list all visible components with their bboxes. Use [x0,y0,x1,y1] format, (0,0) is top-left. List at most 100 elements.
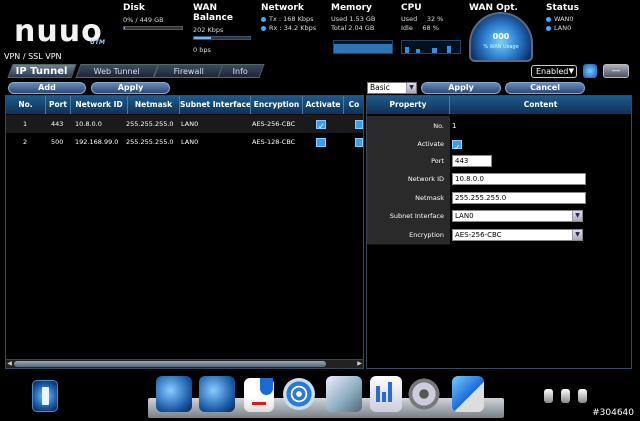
property-label: Subnet Interface [367,206,450,226]
cell-activate [316,133,326,151]
property-value-no: 1 [452,122,457,130]
network-id-input[interactable]: 10.8.0.0 [452,173,586,185]
tab-ip-tunnel[interactable]: IP Tunnel [7,64,77,78]
table-row[interactable]: 2 500 192.168.99.0 255.255.255.0 LAN0 AE… [6,133,363,151]
scrollbar-thumb[interactable] [14,361,326,367]
report-chart-icon[interactable] [370,376,402,412]
status-item-lan0: LAN0 [554,24,572,32]
activate-checkbox[interactable] [452,138,462,158]
exit-icon[interactable] [32,380,58,412]
col-subnet-interface[interactable]: Subnet Interface [180,96,251,114]
enable-select[interactable]: Enabled ▼ [531,65,577,78]
memory-total-label: Total [331,24,347,32]
network-tools-icon[interactable] [326,376,362,412]
network-tx-label: Tx : [269,15,282,23]
property-header: Property Content [367,96,631,114]
port-input[interactable]: 443 [452,155,492,167]
shield-icon[interactable] [244,378,274,412]
property-row-network-id: Network ID 10.8.0.0 [367,169,631,189]
tab-firewall[interactable]: Firewall [153,64,225,78]
cpu-idle-label: Idle [401,24,413,32]
memory-title: Memory [331,3,372,13]
apply-button-right[interactable]: Apply [421,82,501,94]
property-column-header: Property [367,96,450,114]
co-checkbox[interactable] [355,137,363,147]
table-row[interactable]: 1 443 10.8.0.0 255.255.255.0 LAN0 AES-25… [6,115,363,133]
horizontal-scrollbar[interactable]: ◀ ▶ [6,359,363,368]
cell-port: 500 [51,138,64,146]
property-panel: Property Content No. 1 Activate Port 443… [366,95,632,369]
col-no[interactable]: No. [6,96,46,114]
encryption-value: AES-256-CBC [455,231,502,239]
wifi-icon[interactable] [283,378,315,410]
subnet-interface-select[interactable]: LAN0 ▼ [452,210,583,222]
cpu-status: CPU Used 32 % Idle 68 % [401,3,463,33]
dock-status-icons [544,389,595,405]
netmask-input[interactable]: 255.255.255.0 [452,192,586,204]
add-button[interactable]: Add [8,82,86,94]
wan-opt-dial: 000 % WAN Usage [469,12,533,62]
top-status-bar: nuuo UTM Disk 0% / 449 GB WAN Balance 20… [0,0,640,62]
wan0-status-icon [546,16,551,22]
network-status: Network Tx : 168 Kbps Rx : 34.2 Kbps [261,3,329,33]
scroll-left-icon[interactable]: ◀ [6,360,13,368]
cpu-title: CPU [401,3,422,13]
minimize-icon[interactable]: — [603,64,629,78]
disk-usage: 0% / 449 GB [123,16,164,24]
cell-subnet-interface: LAN0 [181,138,199,146]
property-row-no: No. 1 [367,116,631,136]
chevron-down-icon: ▼ [568,67,574,75]
cell-encryption: AES-256-CBC [252,120,296,128]
tx-dot-icon [261,16,266,22]
gears-icon[interactable] [406,376,442,412]
power-icon[interactable] [578,389,587,403]
wan-balance-top: 202 Kbps [193,26,224,34]
tab-info[interactable]: Info [217,64,265,78]
lock-icon[interactable] [544,389,553,403]
property-label: Encryption [367,225,450,245]
cancel-button[interactable]: Cancel [505,82,585,94]
activate-checkbox[interactable] [316,118,326,133]
memory-status: Memory Used 1.53 GB Total 2.04 GB [331,3,396,33]
apply-button-left[interactable]: Apply [91,82,170,94]
property-row-encryption: Encryption AES-256-CBC ▼ [367,225,631,245]
rx-dot-icon [261,25,266,31]
network-title: Network [261,3,304,13]
cell-no: 1 [23,120,28,128]
cell-co [355,133,363,151]
refresh-icon[interactable] [583,64,597,78]
network-tx-value: 168 Kbps [283,15,314,23]
breadcrumb: VPN / SSL VPN [4,52,62,61]
property-label: No. [367,116,450,136]
wan-opt-dial-value: 000 [492,32,510,41]
scroll-right-icon[interactable]: ▶ [356,360,363,368]
wan-opt-dial-sub: % WAN Usage [483,44,519,50]
tab-firewall-label: Firewall [173,67,204,76]
cell-netmask: 255.255.255.0 [126,138,174,146]
property-row-port: Port 443 [367,151,631,171]
co-checkbox[interactable] [355,119,363,129]
user-icon[interactable] [561,389,570,403]
cell-co [355,115,363,133]
cell-encryption: AES-128-CBC [252,138,296,146]
status-item-wan0: WAN0 [554,15,574,23]
memory-graph [333,40,393,54]
wan-balance-bar [193,36,251,40]
col-network-id[interactable]: Network ID [71,96,128,114]
globe-icon[interactable] [156,376,192,412]
puzzle-icon[interactable] [452,376,484,412]
globe-shield-icon[interactable] [199,376,235,412]
col-port[interactable]: Port [46,96,71,114]
chevron-down-icon: ▼ [406,83,416,93]
col-co[interactable]: Co [344,96,364,114]
property-label: Port [367,151,450,171]
tab-web-tunnel[interactable]: Web Tunnel [75,64,159,78]
network-rx-label: Rx : [269,24,282,32]
col-netmask[interactable]: Netmask [128,96,180,114]
col-activate[interactable]: Activate [303,96,344,114]
link-status: Status WAN0 LAN0 [546,3,606,33]
col-encryption[interactable]: Encryption [251,96,303,114]
encryption-select[interactable]: AES-256-CBC ▼ [452,229,583,241]
activate-checkbox[interactable] [316,137,326,147]
mode-select[interactable]: Basic ▼ [367,82,417,94]
